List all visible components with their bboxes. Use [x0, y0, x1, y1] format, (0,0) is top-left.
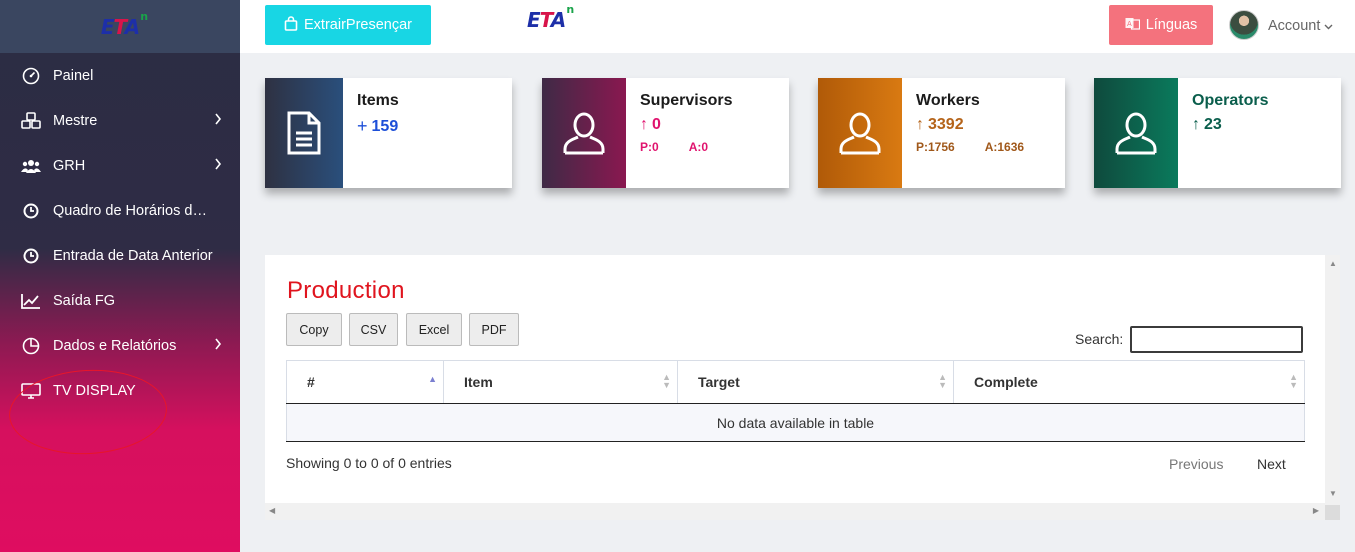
eta-logo: ETA n	[100, 9, 148, 39]
clock-icon	[21, 201, 41, 221]
scroll-up-icon[interactable]: ▲	[1329, 259, 1337, 268]
csv-button[interactable]: CSV	[349, 313, 398, 346]
production-table: # ▲ Item ▲ ▼ Target ▲ ▼ Complete ▲ ▼ No …	[286, 360, 1305, 442]
sort-icon: ▲ ▼	[662, 372, 671, 390]
sidebar-item-entrada-data[interactable]: Entrada de Data Anterior	[0, 233, 240, 278]
present-count: P:0	[640, 140, 659, 154]
card-value: 3392	[928, 116, 964, 133]
present-count: P:1756	[916, 140, 955, 154]
next-page-button[interactable]: Next	[1257, 456, 1286, 472]
operators-card[interactable]: Operators ↑ 23	[1094, 78, 1341, 188]
search-input[interactable]	[1130, 326, 1303, 353]
topbar: ExtrairPresençar ETA n A Línguas Account	[240, 0, 1355, 53]
account-menu[interactable]: Account	[1268, 18, 1333, 34]
user-icon	[542, 78, 626, 188]
avatar[interactable]	[1229, 10, 1259, 40]
user-icon	[818, 78, 902, 188]
column-header-number[interactable]: # ▲	[286, 360, 444, 404]
previous-page-button[interactable]: Previous	[1169, 456, 1223, 472]
sidebar-item-painel[interactable]: Painel	[0, 53, 240, 98]
arrow-up-icon: ↑	[1192, 116, 1200, 133]
sidebar-item-saida-fg[interactable]: Saída FG	[0, 278, 240, 323]
pie-chart-icon	[21, 336, 41, 356]
absent-count: A:0	[688, 140, 709, 154]
copy-button[interactable]: Copy	[286, 313, 342, 346]
card-title: Workers	[916, 92, 980, 109]
sidebar-item-grh[interactable]: GRH	[0, 143, 240, 188]
document-icon	[265, 78, 343, 188]
user-icon	[1094, 78, 1178, 188]
sidebar-item-mestre[interactable]: Mestre	[0, 98, 240, 143]
sidebar-logo[interactable]: ETA n	[0, 0, 240, 53]
search-label: Search:	[1075, 331, 1124, 347]
sort-icon: ▲ ▼	[1289, 372, 1298, 390]
chevron-right-icon	[214, 113, 222, 129]
card-value: 0	[652, 116, 661, 133]
sidebar-item-quadro-horarios[interactable]: Quadro de Horários de Trabalho	[0, 188, 240, 233]
scroll-left-icon[interactable]: ◀	[269, 506, 275, 515]
logo-superscript: n	[140, 9, 148, 23]
excel-button[interactable]: Excel	[406, 313, 462, 346]
sidebar: ETA n Painel Mestre GRH Quadro de Horário…	[0, 0, 240, 552]
column-header-complete[interactable]: Complete ▲ ▼	[953, 360, 1305, 404]
card-title: Operators	[1192, 92, 1269, 109]
eta-logo: ETA n	[527, 3, 574, 32]
production-panel: Production Copy CSV Excel PDF Search: # …	[265, 255, 1340, 520]
supervisors-card[interactable]: Supervisors ↑ 0 P:0 A:0	[542, 78, 789, 188]
clock-icon	[21, 246, 41, 266]
users-group-icon	[21, 156, 41, 176]
vertical-scrollbar[interactable]: ▲ ▼	[1325, 255, 1340, 505]
horizontal-scrollbar[interactable]: ◀ ▶	[265, 503, 1325, 520]
table-row: No data available in table	[286, 403, 1305, 442]
production-title: Production	[287, 277, 405, 304]
pdf-button[interactable]: PDF	[469, 313, 519, 346]
chevron-right-icon	[214, 338, 222, 354]
scroll-down-icon[interactable]: ▼	[1329, 489, 1337, 498]
sort-ascending-icon: ▲	[428, 374, 437, 384]
arrow-up-icon: ↑	[640, 116, 648, 133]
card-value: 159	[371, 117, 399, 135]
card-title: Items	[357, 92, 399, 109]
arrow-up-icon: ↑	[916, 116, 924, 133]
shopping-bag-icon	[284, 15, 298, 35]
workers-card[interactable]: Workers ↑ 3392 P:1756 A:1636	[818, 78, 1065, 188]
cubes-icon	[21, 111, 41, 131]
svg-text:A: A	[1127, 20, 1132, 28]
sidebar-item-tv-display[interactable]: TV DISPLAY	[0, 368, 240, 413]
sort-icon: ▲ ▼	[938, 372, 947, 390]
dashboard-gauge-icon	[21, 66, 41, 86]
line-chart-icon	[21, 291, 41, 311]
items-card[interactable]: Items + 159	[265, 78, 512, 188]
card-title: Supervisors	[640, 92, 733, 109]
scrollbar-corner	[1325, 505, 1340, 520]
column-header-target[interactable]: Target ▲ ▼	[677, 360, 954, 404]
monitor-icon	[21, 381, 41, 401]
languages-button[interactable]: A Línguas	[1109, 5, 1213, 45]
column-header-item[interactable]: Item ▲ ▼	[443, 360, 678, 404]
scroll-right-icon[interactable]: ▶	[1313, 506, 1319, 515]
empty-table-message: No data available in table	[286, 403, 1305, 442]
absent-count: A:1636	[984, 140, 1025, 154]
table-info: Showing 0 to 0 of 0 entries	[286, 455, 452, 471]
sidebar-item-dados-relatorios[interactable]: Dados e Relatórios	[0, 323, 240, 368]
chevron-down-icon	[1324, 18, 1333, 34]
chevron-right-icon	[214, 158, 222, 174]
extract-attendance-button[interactable]: ExtrairPresençar	[265, 5, 431, 45]
plus-icon: +	[357, 116, 368, 136]
card-value: 23	[1204, 116, 1222, 133]
language-icon: A	[1125, 17, 1140, 34]
